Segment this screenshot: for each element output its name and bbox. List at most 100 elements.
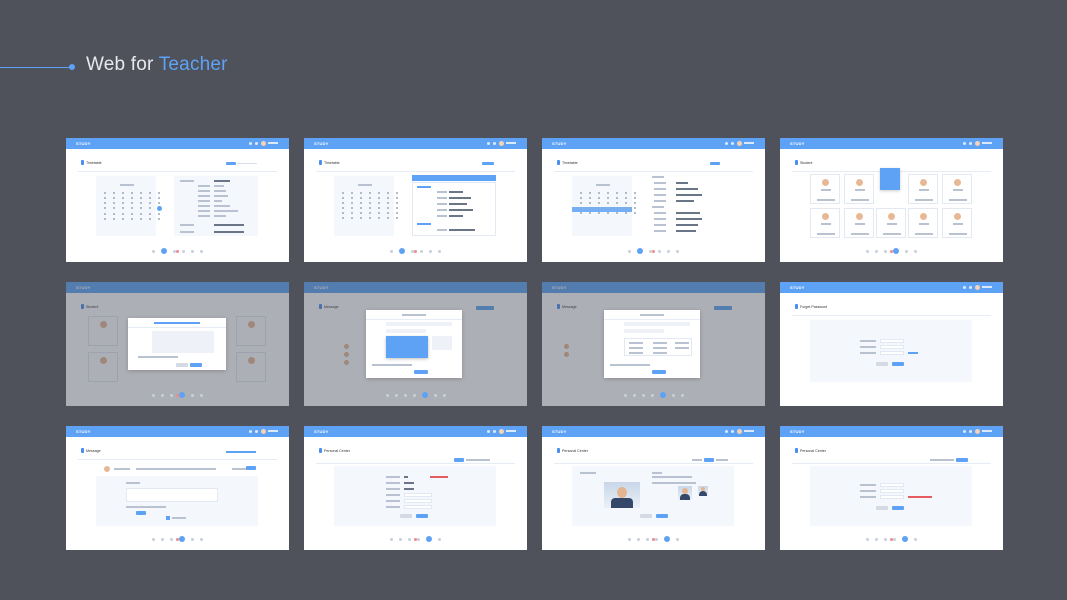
mail-icon[interactable]: [731, 430, 734, 433]
mail-icon[interactable]: [731, 142, 734, 145]
avatar[interactable]: [261, 141, 266, 146]
user-name[interactable]: [268, 430, 278, 432]
subject-select[interactable]: [404, 499, 432, 503]
avatar[interactable]: [975, 429, 980, 434]
profile-photo-small[interactable]: [698, 486, 708, 496]
avatar[interactable]: [737, 429, 742, 434]
personal-center-card-2[interactable]: STUDY Personal Center: [542, 426, 765, 550]
user-name[interactable]: [744, 430, 754, 432]
calendar-grid[interactable]: [342, 192, 400, 219]
send-message-modal[interactable]: [128, 318, 226, 370]
email-input[interactable]: [880, 345, 904, 349]
user-name[interactable]: [744, 142, 754, 144]
avatar[interactable]: [975, 141, 980, 146]
schedule-list[interactable]: [412, 182, 496, 236]
student-tile[interactable]: [810, 208, 840, 238]
class-dropdown[interactable]: [880, 168, 900, 190]
cancel-button[interactable]: [640, 514, 652, 518]
old-password-input[interactable]: [880, 483, 904, 487]
avatar[interactable]: [975, 285, 980, 290]
student-dropdown[interactable]: [386, 336, 428, 358]
timetable-card-1[interactable]: STUDY Timetable: [66, 138, 289, 262]
notification-icon[interactable]: [963, 286, 966, 289]
user-name[interactable]: [982, 430, 992, 432]
avatar[interactable]: [499, 429, 504, 434]
notification-icon[interactable]: [963, 142, 966, 145]
calendar-grid[interactable]: [580, 192, 638, 214]
send-button[interactable]: [190, 363, 202, 367]
page-dots[interactable]: [780, 248, 1003, 254]
message-modal-card-1[interactable]: STUDY Message: [304, 282, 527, 406]
class-select[interactable]: [386, 329, 426, 333]
new-password-input[interactable]: [880, 489, 904, 493]
student-checklist[interactable]: [624, 338, 692, 356]
notification-icon[interactable]: [487, 430, 490, 433]
page-dots[interactable]: [542, 536, 765, 542]
cancel-button[interactable]: [400, 514, 412, 518]
tab-active[interactable]: [710, 162, 720, 165]
cancel-button[interactable]: [876, 506, 888, 510]
submit-button[interactable]: [892, 362, 904, 366]
cancel-button[interactable]: [876, 362, 888, 366]
timetable-card-3[interactable]: STUDY Timetable: [542, 138, 765, 262]
send-message-modal[interactable]: [366, 310, 462, 378]
page-dots[interactable]: [542, 248, 765, 254]
user-name[interactable]: [268, 142, 278, 144]
tab-active[interactable]: [226, 162, 236, 165]
message-textarea[interactable]: [152, 331, 214, 353]
school-select[interactable]: [404, 493, 432, 497]
save-button[interactable]: [892, 506, 904, 510]
student-tile[interactable]: [844, 174, 874, 204]
page-dots[interactable]: [66, 392, 289, 398]
send-button[interactable]: [136, 511, 146, 515]
page-dots[interactable]: [304, 536, 527, 542]
account-input[interactable]: [880, 339, 904, 343]
page-dots[interactable]: [542, 392, 765, 398]
code-input[interactable]: [880, 351, 904, 355]
user-name[interactable]: [982, 286, 992, 288]
forget-password-card[interactable]: STUDY Forget Password: [780, 282, 1003, 406]
avatar[interactable]: [737, 141, 742, 146]
student-tile[interactable]: [810, 174, 840, 204]
mail-icon[interactable]: [493, 142, 496, 145]
avatar[interactable]: [499, 141, 504, 146]
message-list-card[interactable]: STUDY Message: [66, 426, 289, 550]
mail-icon[interactable]: [255, 142, 258, 145]
reply-textarea[interactable]: [126, 488, 218, 502]
subject-input[interactable]: [624, 322, 690, 326]
student-tile[interactable]: [876, 208, 906, 238]
class-select[interactable]: [624, 329, 664, 333]
page-dots[interactable]: [304, 248, 527, 254]
user-name[interactable]: [506, 430, 516, 432]
cancel-button[interactable]: [176, 363, 188, 367]
subject-input[interactable]: [386, 322, 452, 326]
profile-photo-large[interactable]: [604, 482, 640, 508]
avatar[interactable]: [261, 429, 266, 434]
tab-active[interactable]: [704, 458, 714, 462]
message-modal-card-2[interactable]: STUDY Message: [542, 282, 765, 406]
page-dots[interactable]: [66, 536, 289, 542]
page-dots[interactable]: [780, 536, 1003, 542]
save-button[interactable]: [416, 514, 428, 518]
tab-active[interactable]: [454, 458, 464, 462]
grade-select[interactable]: [404, 505, 432, 509]
user-name[interactable]: [982, 142, 992, 144]
student-tile[interactable]: [942, 208, 972, 238]
notification-icon[interactable]: [487, 142, 490, 145]
profile-photo-medium[interactable]: [678, 486, 692, 500]
notification-icon[interactable]: [249, 142, 252, 145]
notification-icon[interactable]: [725, 430, 728, 433]
send-button[interactable]: [414, 370, 428, 374]
mail-icon[interactable]: [969, 286, 972, 289]
calendar-grid[interactable]: [104, 192, 162, 220]
mail-icon[interactable]: [255, 430, 258, 433]
week-list[interactable]: [650, 176, 734, 236]
notification-icon[interactable]: [963, 430, 966, 433]
mail-icon[interactable]: [969, 142, 972, 145]
user-name[interactable]: [506, 142, 516, 144]
personal-center-card-3[interactable]: STUDY Personal Center: [780, 426, 1003, 550]
notification-icon[interactable]: [249, 430, 252, 433]
student-tile[interactable]: [908, 174, 938, 204]
tab-group[interactable]: [237, 163, 257, 164]
student-card[interactable]: STUDY Student: [780, 138, 1003, 262]
